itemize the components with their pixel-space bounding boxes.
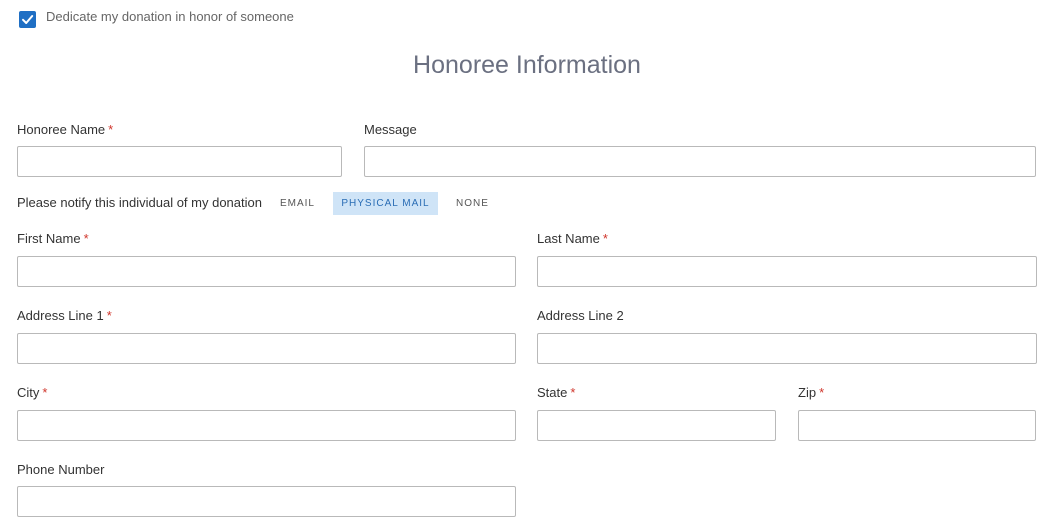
city-label: City * bbox=[17, 385, 47, 401]
zip-label: Zip * bbox=[798, 385, 824, 401]
city-input[interactable] bbox=[17, 410, 516, 441]
address-line-1-label-text: Address Line 1 bbox=[17, 308, 104, 323]
checkmark-icon bbox=[22, 15, 34, 24]
required-mark: * bbox=[42, 385, 48, 400]
last-name-input[interactable] bbox=[537, 256, 1037, 287]
last-name-label-text: Last Name bbox=[537, 231, 600, 246]
address-line-1-input[interactable] bbox=[17, 333, 516, 364]
zip-label-text: Zip bbox=[798, 385, 817, 400]
section-title: Honoree Information bbox=[413, 51, 641, 79]
notify-option-none[interactable]: NONE bbox=[450, 192, 495, 215]
city-label-text: City bbox=[17, 385, 40, 400]
required-mark: * bbox=[570, 385, 576, 400]
state-label: State * bbox=[537, 385, 575, 401]
required-mark: * bbox=[106, 308, 112, 323]
address-line-2-label: Address Line 2 bbox=[537, 308, 624, 324]
phone-number-label: Phone Number bbox=[17, 462, 104, 478]
required-mark: * bbox=[602, 231, 608, 246]
first-name-label-text: First Name bbox=[17, 231, 81, 246]
last-name-label: Last Name * bbox=[537, 231, 608, 247]
notify-row: Please notify this individual of my dona… bbox=[17, 192, 495, 215]
state-input[interactable] bbox=[537, 410, 776, 441]
honoree-name-input[interactable] bbox=[17, 146, 342, 177]
phone-number-input[interactable] bbox=[17, 486, 516, 517]
phone-number-label-text: Phone Number bbox=[17, 462, 105, 477]
required-mark: * bbox=[819, 385, 825, 400]
address-line-2-input[interactable] bbox=[537, 333, 1037, 364]
message-label-text: Message bbox=[364, 122, 417, 137]
zip-input[interactable] bbox=[798, 410, 1036, 441]
required-mark: * bbox=[83, 231, 89, 246]
notify-option-physical-mail[interactable]: PHYSICAL MAIL bbox=[332, 192, 438, 215]
message-label: Message bbox=[364, 122, 417, 138]
honoree-name-label-text: Honoree Name bbox=[17, 122, 106, 137]
state-label-text: State bbox=[537, 385, 568, 400]
dedicate-checkbox[interactable] bbox=[19, 11, 36, 28]
address-line-1-label: Address Line 1 * bbox=[17, 308, 112, 324]
honoree-name-label: Honoree Name * bbox=[17, 122, 113, 138]
notify-option-email[interactable]: EMAIL bbox=[276, 192, 319, 215]
required-mark: * bbox=[108, 122, 114, 137]
dedicate-label: Dedicate my donation in honor of someone bbox=[46, 9, 294, 24]
message-input[interactable] bbox=[364, 146, 1036, 177]
dedicate-row: Dedicate my donation in honor of someone bbox=[19, 9, 294, 29]
notify-label: Please notify this individual of my dona… bbox=[17, 194, 262, 210]
first-name-input[interactable] bbox=[17, 256, 516, 287]
first-name-label: First Name * bbox=[17, 231, 89, 247]
address-line-2-label-text: Address Line 2 bbox=[537, 308, 624, 323]
